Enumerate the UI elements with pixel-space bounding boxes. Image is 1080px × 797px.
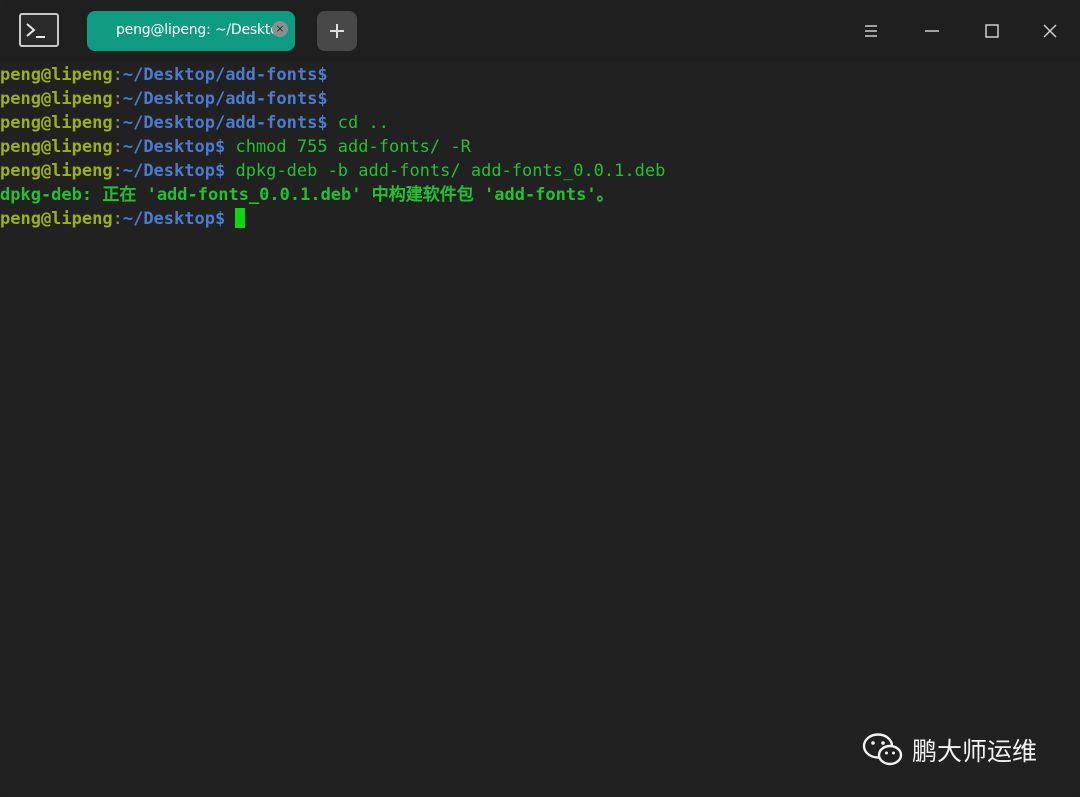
terminal-icon[interactable] (19, 13, 59, 47)
terminal-line: dpkg-deb: 正在 'add-fonts_0.0.1.deb' 中构建软件… (0, 183, 614, 207)
command-text: cd .. (327, 113, 389, 133)
watermark-text: 鹏大师运维 (912, 737, 1038, 766)
minimize-icon (925, 30, 939, 32)
prompt-symbol: $ (214, 209, 226, 229)
tab-terminal[interactable]: peng@lipeng: ~/Desktop (87, 11, 295, 51)
prompt-path: ~/Desktop/add-fonts (122, 89, 318, 109)
maximize-icon (985, 24, 999, 38)
prompt-symbol: $ (214, 161, 226, 181)
wechat-icon (862, 733, 903, 766)
terminal-line: peng@lipeng:~/Desktop$ (0, 207, 246, 231)
command-text: dpkg-deb -b add-fonts/ add-fonts_0.0.1.d… (225, 161, 666, 181)
new-tab-button[interactable] (317, 11, 357, 51)
terminal-line: peng@lipeng:~/Desktop/add-fonts$ (0, 63, 328, 87)
title-bar: peng@lipeng: ~/Desktop × (0, 0, 1080, 62)
minimize-button[interactable] (917, 16, 947, 46)
command-text (225, 209, 235, 229)
command-text: chmod 755 add-fonts/ -R (225, 137, 471, 157)
prompt-separator: : (112, 209, 123, 229)
prompt-symbol: $ (317, 89, 328, 109)
prompt-separator: : (112, 161, 123, 181)
terminal-line: peng@lipeng:~/Desktop$ dpkg-deb -b add-f… (0, 159, 665, 183)
prompt-path: ~/Desktop/add-fonts (122, 113, 318, 133)
command-output: dpkg-deb: 正在 'add-fonts_0.0.1.deb' 中构建软件… (0, 185, 614, 205)
terminal-line: peng@lipeng:~/Desktop$ chmod 755 add-fon… (0, 135, 471, 159)
prompt-user: peng@lipeng (0, 137, 113, 157)
prompt-symbol: $ (317, 65, 328, 85)
prompt-user: peng@lipeng (0, 161, 113, 181)
terminal-window: peng@lipeng: ~/Desktop × peng@lipeng:~/D… (0, 0, 1080, 797)
prompt-separator: : (112, 113, 123, 133)
prompt-user: peng@lipeng (0, 65, 113, 85)
prompt-path: ~/Desktop (122, 137, 215, 157)
tab-close-icon[interactable]: × (272, 21, 288, 37)
prompt-separator: : (112, 89, 123, 109)
menu-button[interactable] (856, 16, 886, 46)
prompt-path: ~/Desktop (122, 161, 215, 181)
close-button[interactable] (1035, 16, 1065, 46)
prompt-symbol: $ (317, 113, 328, 133)
terminal-output[interactable]: peng@lipeng:~/Desktop/add-fonts$ peng@li… (0, 62, 1080, 797)
hamburger-menu-icon (865, 25, 877, 37)
prompt-symbol: $ (214, 137, 226, 157)
prompt-separator: : (112, 137, 123, 157)
watermark: 鹏大师运维 (862, 730, 1037, 770)
prompt-path: ~/Desktop/add-fonts (122, 65, 318, 85)
terminal-line: peng@lipeng:~/Desktop/add-fonts$ (0, 87, 328, 111)
prompt-path: ~/Desktop (122, 209, 215, 229)
close-icon (1043, 24, 1057, 38)
prompt-user: peng@lipeng (0, 113, 113, 133)
prompt-separator: : (112, 65, 123, 85)
prompt-user: peng@lipeng (0, 89, 113, 109)
maximize-button[interactable] (977, 16, 1007, 46)
plus-icon (330, 24, 344, 38)
terminal-cursor (235, 208, 246, 228)
terminal-line: peng@lipeng:~/Desktop/add-fonts$ cd .. (0, 111, 389, 135)
prompt-user: peng@lipeng (0, 209, 113, 229)
tab-label: peng@lipeng: ~/Desktop (116, 22, 288, 38)
